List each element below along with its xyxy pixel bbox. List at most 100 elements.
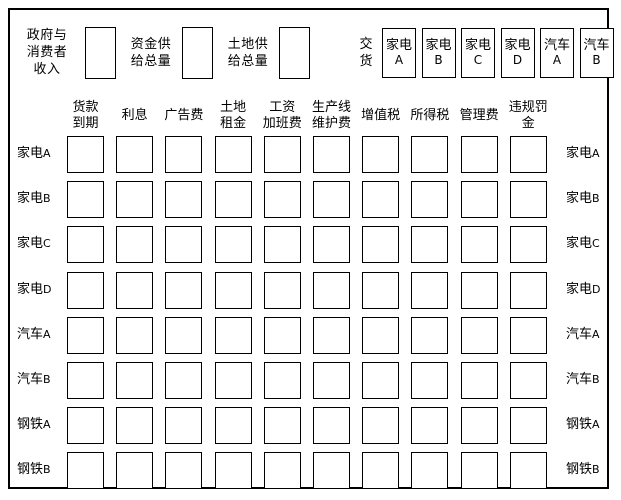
grid-cell-r5-c6[interactable] <box>313 316 350 354</box>
grid-cell-r8-c4[interactable] <box>214 452 252 490</box>
row-label-category: 钢铁 <box>566 462 593 478</box>
grid-cell-r2-c10[interactable] <box>509 181 547 219</box>
government-consumer-income-input[interactable] <box>85 27 116 79</box>
grid-cell-r4-c2[interactable] <box>116 271 154 309</box>
grid-cell-r3-c8[interactable] <box>411 226 449 264</box>
grid-cell-r5-c5[interactable] <box>263 316 301 354</box>
grid-cell-r6-c1[interactable] <box>67 362 104 399</box>
grid-cell-r4-c8[interactable] <box>411 271 449 309</box>
grid-cell-r7-c2[interactable] <box>116 407 154 445</box>
grid-cell-r1-c7[interactable] <box>362 136 400 173</box>
grid-cell-r5-c4[interactable] <box>214 316 252 354</box>
grid-cell-r7-c4[interactable] <box>214 407 252 445</box>
delivery-box-variant-label: B <box>434 53 443 67</box>
grid-cell-r8-c6[interactable] <box>313 452 350 490</box>
grid-cell-r2-c1[interactable] <box>67 181 104 219</box>
grid-cell-r2-c2[interactable] <box>116 181 154 219</box>
grid-cell-r1-c6[interactable] <box>313 136 350 173</box>
delivery-box-category-label: 家电 <box>385 38 412 53</box>
grid-cell-r2-c3[interactable] <box>165 181 203 219</box>
grid-cell-r2-c7[interactable] <box>362 181 400 219</box>
grid-cell-r2-c5[interactable] <box>263 181 301 219</box>
grid-cell-r8-c3[interactable] <box>165 452 203 490</box>
grid-cell-r1-c3[interactable] <box>165 136 203 173</box>
delivery-box-家电-B[interactable]: 家电 B <box>421 28 456 78</box>
grid-cell-r5-c10[interactable] <box>509 316 547 354</box>
row-label-variant: A <box>43 147 51 160</box>
grid-cell-r6-c2[interactable] <box>116 362 154 399</box>
grid-cell-r5-c7[interactable] <box>362 316 400 354</box>
grid-cell-r6-c8[interactable] <box>411 362 449 399</box>
grid-cell-r2-c4[interactable] <box>214 181 252 219</box>
grid-cell-r7-c8[interactable] <box>411 407 449 445</box>
delivery-box-家电-A[interactable]: 家电 A <box>382 28 416 78</box>
grid-cell-r4-c9[interactable] <box>460 271 498 309</box>
grid-cell-r2-c6[interactable] <box>313 181 350 219</box>
grid-cell-r3-c9[interactable] <box>460 226 498 264</box>
delivery-box-家电-C[interactable]: 家电 C <box>461 28 495 78</box>
grid-cell-r5-c2[interactable] <box>116 316 154 354</box>
grid-cell-r8-c7[interactable] <box>362 452 400 490</box>
grid-cell-r1-c5[interactable] <box>263 136 301 173</box>
grid-cell-r1-c9[interactable] <box>460 136 498 173</box>
grid-cell-r6-c5[interactable] <box>263 362 301 399</box>
grid-cell-r8-c5[interactable] <box>263 452 301 490</box>
grid-cell-r3-c2[interactable] <box>116 226 154 264</box>
grid-cell-r7-c3[interactable] <box>165 407 203 445</box>
grid-cell-r5-c3[interactable] <box>165 316 203 354</box>
grid-cell-r6-c7[interactable] <box>362 362 400 399</box>
grid-cell-r5-c1[interactable] <box>67 316 104 354</box>
grid-cell-r8-c1[interactable] <box>67 452 104 490</box>
grid-cell-r7-c9[interactable] <box>460 407 498 445</box>
grid-cell-r1-c2[interactable] <box>116 136 154 173</box>
grid-cell-r3-c10[interactable] <box>509 226 547 264</box>
row-label-category: 家电 <box>17 236 44 252</box>
row-label-right-家电-D: 家电D <box>566 282 601 298</box>
delivery-box-category-label: 汽车 <box>543 38 570 53</box>
grid-cell-r4-c7[interactable] <box>362 271 400 309</box>
delivery-box-汽车-A[interactable]: 汽车 A <box>540 28 574 78</box>
grid-cell-r3-c4[interactable] <box>214 226 252 264</box>
grid-cell-r4-c6[interactable] <box>313 271 350 309</box>
grid-cell-r7-c1[interactable] <box>67 407 104 445</box>
grid-cell-r4-c4[interactable] <box>214 271 252 309</box>
grid-cell-r8-c2[interactable] <box>116 452 154 490</box>
grid-cell-r7-c5[interactable] <box>263 407 301 445</box>
grid-cell-r3-c6[interactable] <box>313 226 350 264</box>
column-header-1: 货款 到期 <box>72 100 99 131</box>
grid-cell-r1-c8[interactable] <box>411 136 449 173</box>
capital-supply-total-input[interactable] <box>182 27 213 79</box>
delivery-box-家电-D[interactable]: 家电 D <box>500 28 535 78</box>
grid-cell-r2-c9[interactable] <box>460 181 498 219</box>
grid-cell-r3-c5[interactable] <box>263 226 301 264</box>
grid-cell-r7-c10[interactable] <box>509 407 547 445</box>
grid-cell-r6-c3[interactable] <box>165 362 203 399</box>
grid-cell-r4-c5[interactable] <box>263 271 301 309</box>
grid-cell-r5-c8[interactable] <box>411 316 449 354</box>
grid-cell-r6-c10[interactable] <box>509 362 547 399</box>
grid-cell-r7-c7[interactable] <box>362 407 400 445</box>
grid-cell-r6-c4[interactable] <box>214 362 252 399</box>
grid-cell-r2-c8[interactable] <box>411 181 449 219</box>
grid-cell-r8-c8[interactable] <box>411 452 449 490</box>
row-label-category: 钢铁 <box>17 417 44 433</box>
land-supply-total-input[interactable] <box>279 27 310 79</box>
row-label-category: 家电 <box>566 191 593 207</box>
grid-cell-r1-c1[interactable] <box>67 136 104 173</box>
grid-cell-r5-c9[interactable] <box>460 316 498 354</box>
grid-cell-r3-c7[interactable] <box>362 226 400 264</box>
grid-cell-r3-c3[interactable] <box>165 226 203 264</box>
grid-cell-r6-c9[interactable] <box>460 362 498 399</box>
grid-cell-r3-c1[interactable] <box>67 226 104 264</box>
grid-cell-r1-c10[interactable] <box>509 136 547 173</box>
grid-cell-r6-c6[interactable] <box>313 362 350 399</box>
grid-cell-r8-c10[interactable] <box>509 452 547 490</box>
grid-cell-r4-c1[interactable] <box>67 271 104 309</box>
grid-cell-r7-c6[interactable] <box>313 407 350 445</box>
delivery-box-汽车-B[interactable]: 汽车 B <box>579 28 614 78</box>
grid-cell-r8-c9[interactable] <box>460 452 498 490</box>
grid-cell-r1-c4[interactable] <box>214 136 252 173</box>
row-label-category: 钢铁 <box>566 417 593 433</box>
grid-cell-r4-c3[interactable] <box>165 271 203 309</box>
grid-cell-r4-c10[interactable] <box>509 271 547 309</box>
